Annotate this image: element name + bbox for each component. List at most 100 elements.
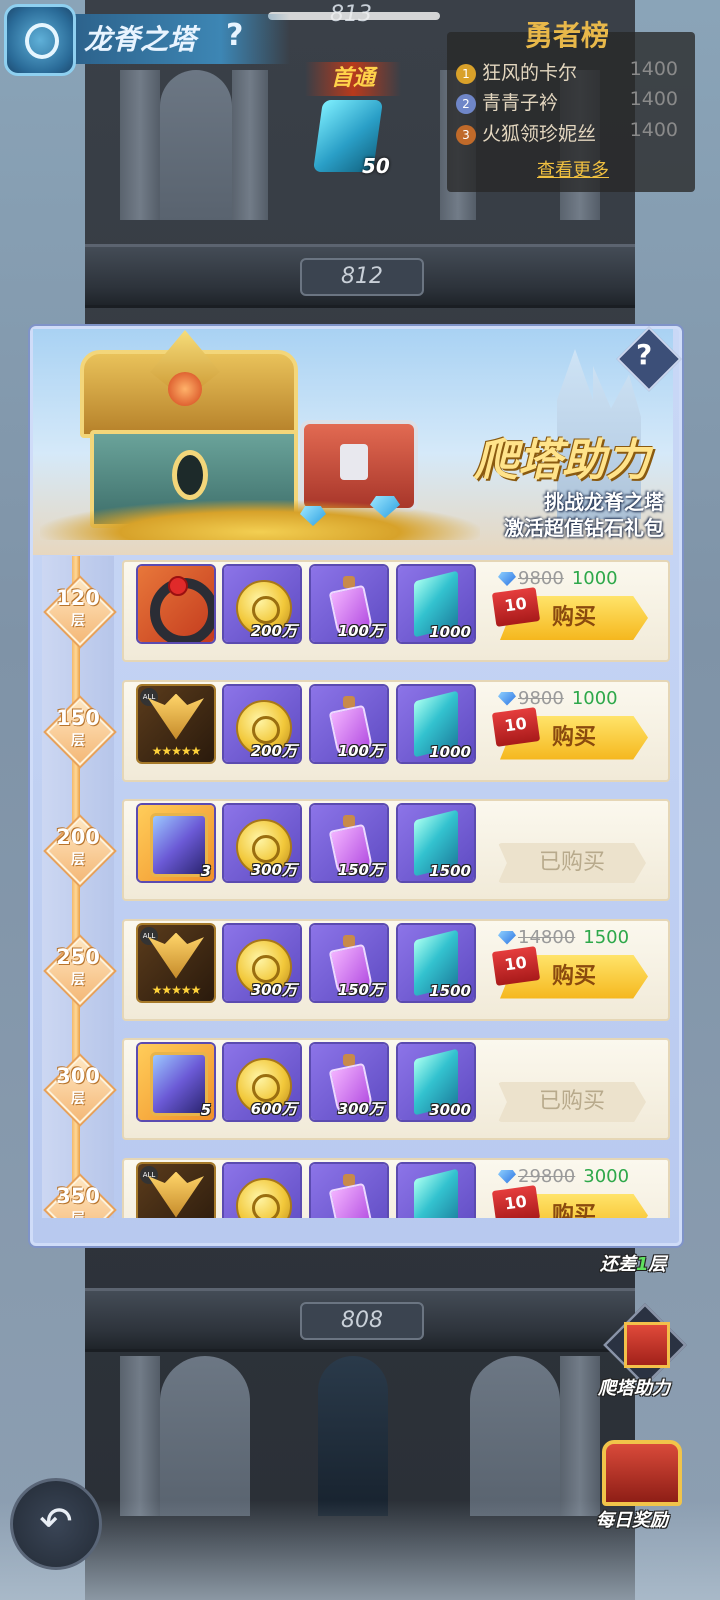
coin-shape bbox=[236, 1177, 292, 1218]
item-count: 600万 bbox=[250, 1100, 297, 1118]
remaining-floors-label: 还差1层 bbox=[600, 1250, 667, 1276]
ring-icon[interactable] bbox=[138, 566, 214, 642]
banner-title: 爬塔助力 bbox=[474, 435, 650, 486]
sale-price: 1000 bbox=[571, 568, 618, 589]
tower-arch bbox=[160, 70, 232, 220]
potion-icon[interactable]: 100万 bbox=[311, 566, 387, 642]
back-arrow-icon[interactable]: ↶ bbox=[10, 1478, 102, 1570]
remaining-suffix: 层 bbox=[648, 1254, 667, 1275]
potion-icon[interactable]: 150万 bbox=[311, 805, 387, 881]
gold-coins-pile bbox=[40, 500, 480, 540]
potion-icon[interactable]: 100万 bbox=[311, 685, 387, 762]
ranking-row: 2 青青子衿 1400 bbox=[456, 88, 686, 114]
floor-number: 120 bbox=[56, 586, 100, 610]
floor-number: 350 bbox=[56, 1183, 100, 1208]
price-row: 29800 3000 bbox=[498, 1166, 629, 1187]
rank-player-name: 火狐领珍妮丝 bbox=[482, 123, 597, 145]
potion-icon[interactable]: 150万 bbox=[311, 924, 387, 1001]
item-count: 100万 bbox=[337, 741, 384, 760]
hero-gem-card-icon[interactable]: 5 bbox=[138, 1044, 214, 1120]
remaining-number: 1 bbox=[636, 1254, 649, 1275]
crystal-icon[interactable]: 3000 bbox=[398, 1044, 474, 1120]
ranking-title: 勇者榜 bbox=[525, 19, 610, 52]
purchased-button: 已购买 bbox=[498, 1082, 646, 1122]
daily-reward-chest-icon[interactable] bbox=[598, 1430, 682, 1506]
first-clear-label: 首通 bbox=[305, 62, 401, 96]
item-count: 150万 bbox=[337, 980, 384, 999]
discount-tag: 10 bbox=[491, 587, 541, 627]
floor-number: 300 bbox=[56, 1064, 100, 1088]
price-row: 9800 1000 bbox=[498, 688, 618, 709]
tower-pillar bbox=[232, 70, 268, 220]
ranking-row: 1 狂风的卡尔 1400 bbox=[456, 58, 686, 84]
floor-unit: 层 bbox=[71, 852, 85, 868]
gold-coin-icon[interactable] bbox=[224, 1163, 300, 1218]
item-count: 100万 bbox=[337, 622, 384, 640]
crystal-shape bbox=[414, 1168, 458, 1218]
tower-arch bbox=[160, 1356, 250, 1516]
potion-icon[interactable]: 300万 bbox=[311, 1044, 387, 1120]
item-count: 1500 bbox=[429, 981, 471, 1000]
first-clear-reward-count: 50 bbox=[362, 154, 390, 178]
hero-mask-icon[interactable]: ALL ★★★★★ bbox=[138, 685, 214, 762]
floor-unit: 层 bbox=[71, 1091, 85, 1107]
gold-coin-icon[interactable]: 300万 bbox=[224, 924, 300, 1001]
crystal-icon[interactable] bbox=[398, 1163, 474, 1218]
crystal-icon[interactable]: 1500 bbox=[398, 805, 474, 881]
diamond-icon bbox=[498, 930, 516, 945]
ranking-row: 3 火狐领珍妮丝 1400 bbox=[456, 119, 686, 145]
star-rating: ★★★★★ bbox=[151, 982, 202, 997]
potion-shape bbox=[328, 1173, 374, 1218]
sale-price: 1000 bbox=[571, 687, 618, 709]
tower-pillar bbox=[120, 1356, 160, 1516]
potion-icon[interactable] bbox=[311, 1163, 387, 1218]
hero-mask-icon[interactable]: ALL bbox=[138, 1163, 214, 1218]
crystal-icon[interactable]: 1000 bbox=[398, 566, 474, 642]
climb-help-gift-icon[interactable] bbox=[603, 1300, 687, 1387]
item-count: 300万 bbox=[250, 980, 297, 999]
rank-score: 1400 bbox=[629, 58, 678, 80]
item-count: 150万 bbox=[337, 861, 384, 879]
rank-medal-icon: 1 bbox=[456, 63, 476, 84]
rank-medal-icon: 3 bbox=[456, 124, 476, 145]
ranking-view-more-link[interactable]: 查看更多 bbox=[537, 156, 609, 182]
original-price: 29800 bbox=[518, 1165, 576, 1187]
gem-card bbox=[150, 813, 208, 877]
floor-marker: 200 层 bbox=[46, 817, 114, 885]
discount-tag: 10 bbox=[491, 1184, 541, 1218]
gold-coin-icon[interactable]: 600万 bbox=[224, 1044, 300, 1120]
ring-gem bbox=[168, 576, 188, 596]
diamond-icon bbox=[498, 572, 516, 586]
original-price: 9800 bbox=[518, 568, 564, 589]
price-row: 9800 1000 bbox=[498, 568, 618, 589]
hero-gem-card-icon[interactable]: 3 bbox=[138, 805, 214, 881]
diamond-icon bbox=[498, 691, 516, 706]
tower-emblem-icon bbox=[4, 4, 76, 76]
daily-reward-label[interactable]: 每日奖励 bbox=[596, 1506, 668, 1532]
tower-pillar bbox=[120, 70, 160, 220]
item-count: 1500 bbox=[429, 862, 471, 880]
rank-score: 1400 bbox=[629, 119, 678, 141]
item-count: 3000 bbox=[429, 1101, 471, 1119]
gem-card bbox=[150, 1052, 208, 1116]
floor-number: 200 bbox=[56, 825, 100, 849]
hero-mask-icon[interactable]: ALL ★★★★★ bbox=[138, 924, 214, 1001]
gold-coin-icon[interactable]: 200万 bbox=[224, 566, 300, 642]
gold-coin-icon[interactable]: 200万 bbox=[224, 685, 300, 762]
help-button[interactable]: ? bbox=[226, 18, 243, 53]
item-count: 1000 bbox=[429, 742, 471, 761]
rank-player-name: 狂风的卡尔 bbox=[482, 62, 578, 84]
item-count: 1000 bbox=[429, 623, 471, 641]
climb-help-label[interactable]: 爬塔助力 bbox=[598, 1374, 670, 1400]
floor-marker: 250 层 bbox=[46, 936, 114, 1005]
item-count: 200万 bbox=[250, 741, 297, 760]
crystal-icon[interactable]: 1000 bbox=[398, 685, 474, 762]
gift-pack-list[interactable]: 120 层 200万 100万 1000 9800 1000 购买 10 150 层 ALL ★★★★★… bbox=[0, 556, 720, 1218]
sale-price: 1500 bbox=[583, 926, 630, 948]
gold-coin-icon[interactable]: 300万 bbox=[224, 805, 300, 881]
discount-tag: 10 bbox=[491, 706, 541, 747]
floor-unit: 层 bbox=[71, 732, 85, 749]
crystal-icon[interactable]: 1500 bbox=[398, 924, 474, 1001]
diamond-icon bbox=[498, 1169, 516, 1184]
rank-player-name: 青青子衿 bbox=[482, 92, 559, 114]
